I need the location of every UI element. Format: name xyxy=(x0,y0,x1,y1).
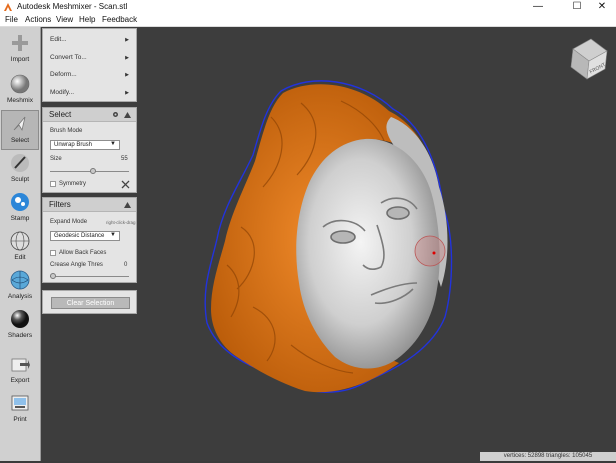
filters-panel: Filters Expand Mode right-click-drag Geo… xyxy=(42,197,137,283)
dropdown-arrow-icon: ▼ xyxy=(110,232,116,238)
select-panel: Select Brush Mode Unwrap Brush ▼ Size 55… xyxy=(42,107,137,193)
size-value: 55 xyxy=(121,156,128,162)
expand-mode-value: Geodesic Distance xyxy=(54,233,105,239)
menu-help[interactable]: Help xyxy=(79,15,95,24)
allow-back-faces-checkbox[interactable] xyxy=(50,250,56,256)
clear-selection-button[interactable]: Clear Selection xyxy=(51,297,130,309)
plus-icon xyxy=(12,35,28,51)
brush-mode-value: Unwrap Brush xyxy=(54,142,93,148)
window-title: Autodesk Meshmixer - Scan.stl xyxy=(17,2,128,11)
brush-mode-label: Brush Mode xyxy=(50,128,83,134)
tool-label: Analysis xyxy=(7,293,33,300)
stamp-icon xyxy=(11,193,29,211)
wireframe-sphere-icon xyxy=(10,231,30,251)
tool-label: Stamp xyxy=(10,215,30,222)
menu-convert-to[interactable]: Convert To... xyxy=(50,54,87,61)
close-button[interactable]: ✕ xyxy=(588,0,616,14)
tool-edit[interactable]: Edit xyxy=(2,228,38,266)
export-arrow-icon xyxy=(11,358,30,372)
tool-label: Sculpt xyxy=(10,176,30,183)
brush-center-dot xyxy=(432,251,436,255)
minimize-button[interactable]: — xyxy=(524,0,552,14)
menu-feedback[interactable]: Feedback xyxy=(102,15,137,24)
panel-title: Select xyxy=(49,110,72,119)
filters-panel-header: Filters xyxy=(43,198,136,212)
tool-stamp[interactable]: Stamp xyxy=(2,189,38,227)
meshmixer-logo-icon xyxy=(4,3,12,11)
crease-angle-value: 0 xyxy=(124,262,128,268)
size-slider[interactable] xyxy=(50,168,129,174)
sphere-icon xyxy=(10,74,30,94)
tool-label: Select xyxy=(10,137,30,144)
select-panel-header: Select xyxy=(43,108,136,122)
slider-handle[interactable] xyxy=(90,168,97,174)
brush-mode-select[interactable]: Unwrap Brush ▼ xyxy=(50,140,120,150)
analysis-sphere-icon xyxy=(10,270,30,290)
chevron-right-icon: ▶ xyxy=(125,72,129,78)
tool-label: Import xyxy=(10,56,30,63)
size-label: Size xyxy=(50,156,62,162)
tool-export[interactable]: Export xyxy=(2,351,38,389)
menu-bar: File Actions View Help Feedback xyxy=(0,14,616,27)
tool-label: Print xyxy=(13,416,27,423)
tool-label: Edit xyxy=(14,254,26,261)
menu-edit[interactable]: Edit... xyxy=(50,36,67,43)
tool-sculpt[interactable]: Sculpt xyxy=(2,150,38,188)
tool-label: Meshmix xyxy=(6,97,33,104)
allow-back-faces-label: Allow Back Faces xyxy=(59,250,107,256)
brush-cursor xyxy=(414,235,446,267)
cursor-arrow-icon xyxy=(13,116,26,132)
menu-deform[interactable]: Deform... xyxy=(50,71,77,78)
gear-icon[interactable] xyxy=(112,111,119,118)
chevron-right-icon: ▶ xyxy=(125,90,129,96)
symmetry-tools-icon[interactable] xyxy=(121,180,130,189)
chevron-right-icon: ▶ xyxy=(125,37,129,43)
tool-label: Shaders xyxy=(7,332,33,339)
expand-mode-label: Expand Mode xyxy=(50,219,88,225)
tool-label: Export xyxy=(10,377,30,384)
symmetry-label: Symmetry xyxy=(59,181,86,187)
slider-handle[interactable] xyxy=(50,273,56,279)
menu-view[interactable]: View xyxy=(56,15,73,24)
panel-title: Filters xyxy=(49,200,71,209)
status-bar: vertices: 52898 triangles: 105045 xyxy=(480,452,616,461)
collapse-icon[interactable] xyxy=(124,112,131,118)
expand-mode-select[interactable]: Geodesic Distance ▼ xyxy=(50,231,120,241)
edit-menu-panel: Edit... ▶ Convert To... ▶ Deform... ▶ Mo… xyxy=(42,28,137,102)
menu-modify[interactable]: Modify... xyxy=(50,89,74,96)
maximize-button[interactable]: ☐ xyxy=(563,0,591,14)
symmetry-checkbox[interactable] xyxy=(50,181,56,187)
tool-shaders[interactable]: Shaders xyxy=(2,306,38,344)
expand-mode-hint: right-click-drag xyxy=(106,220,136,225)
brush-icon xyxy=(11,154,29,172)
tool-print[interactable]: Print xyxy=(2,390,38,428)
view-cube[interactable]: FRONT xyxy=(570,38,608,80)
crease-angle-label: Crease Angle Thres xyxy=(50,262,103,268)
tool-select[interactable]: Select xyxy=(1,110,39,150)
chevron-right-icon: ▶ xyxy=(125,55,129,61)
shader-ball-icon xyxy=(11,310,29,328)
tool-meshmix[interactable]: Meshmix xyxy=(2,71,38,109)
clear-selection-panel: Clear Selection xyxy=(42,290,137,314)
dropdown-arrow-icon: ▼ xyxy=(110,141,116,147)
crease-angle-slider[interactable] xyxy=(50,273,129,279)
menu-actions[interactable]: Actions xyxy=(25,15,51,24)
menu-file[interactable]: File xyxy=(5,15,18,24)
printer-icon xyxy=(11,395,29,411)
title-bar: Autodesk Meshmixer - Scan.stl — ☐ ✕ xyxy=(0,0,616,14)
tool-import[interactable]: Import xyxy=(2,30,38,68)
collapse-icon[interactable] xyxy=(124,202,131,208)
tool-sidebar: Import Meshmix Select Sculpt Stamp Edit xyxy=(0,27,41,461)
tool-analysis[interactable]: Analysis xyxy=(2,267,38,305)
